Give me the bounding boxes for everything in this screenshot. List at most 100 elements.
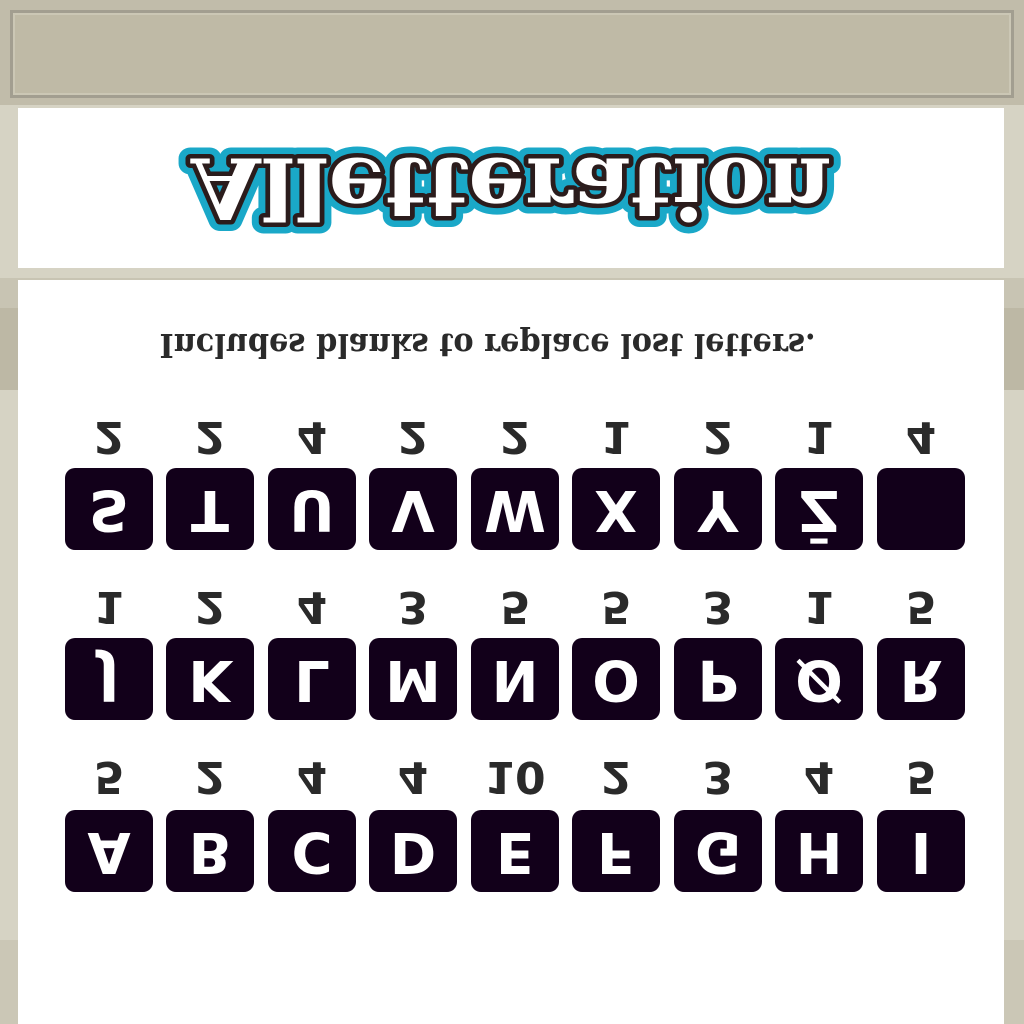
tile-count: 2 xyxy=(166,751,254,802)
tile-count: 5 xyxy=(877,581,965,632)
tile-count: 1 xyxy=(65,581,153,632)
tile-count: 3 xyxy=(674,581,762,632)
tile-count: 2 xyxy=(65,411,153,462)
tile-count: 2 xyxy=(674,411,762,462)
letter-tile[interactable]: R xyxy=(877,638,965,720)
tile-letter: H xyxy=(795,819,843,884)
blank-tile[interactable] xyxy=(877,468,965,550)
tile-count-value: 4 xyxy=(905,411,937,462)
tile-letter: U xyxy=(289,477,335,542)
tile-count: 4 xyxy=(268,581,356,632)
tile-count: 5 xyxy=(65,751,153,802)
letter-tile[interactable]: V xyxy=(369,468,457,550)
letter-tile[interactable]: I xyxy=(877,810,965,892)
letter-tile[interactable]: Y xyxy=(674,468,762,550)
tile-count-value: 2 xyxy=(397,411,429,462)
letter-tile[interactable]: F xyxy=(572,810,660,892)
tile-count-value: 1 xyxy=(93,581,125,632)
tile-count: 2 xyxy=(166,581,254,632)
tile-letter: G xyxy=(695,819,741,884)
tile-letter: T xyxy=(190,477,230,542)
tile-count: 4 xyxy=(877,411,965,462)
letter-tile[interactable]: X xyxy=(572,468,660,550)
tile-count-value: 2 xyxy=(194,581,226,632)
tile-letter: I xyxy=(910,819,932,884)
tile-count: 5 xyxy=(572,581,660,632)
tile-letter: M xyxy=(385,647,441,712)
tile-letter: Z̄ xyxy=(798,477,840,542)
tile-count-value: 2 xyxy=(702,411,734,462)
tile-grid: 2 S 2 T 4 U 2 V 2 W 1 X 2 Y 1 Z̄ 4 1 J 2 K 4 L 3 M 5 N 5 O 3 P 1 Ø 5 R 5 A 2 B… xyxy=(0,0,1024,1024)
tile-count-value: 5 xyxy=(905,581,937,632)
tile-count-value: 5 xyxy=(905,751,937,802)
letter-tile[interactable]: P xyxy=(674,638,762,720)
letter-tile[interactable]: Z̄ xyxy=(775,468,863,550)
tile-count-value: 1 xyxy=(600,411,632,462)
tile-letter: A xyxy=(87,819,131,884)
tile-count-value: 2 xyxy=(194,751,226,802)
tile-letter: P xyxy=(697,647,739,712)
tile-letter: D xyxy=(389,819,437,884)
tile-count-value: 4 xyxy=(296,581,328,632)
tile-letter: L xyxy=(294,647,330,712)
tile-count-value: 2 xyxy=(194,411,226,462)
letter-tile[interactable]: E xyxy=(471,810,559,892)
letter-tile[interactable]: D xyxy=(369,810,457,892)
tile-count-value: 2 xyxy=(600,751,632,802)
tile-count-value: 1 xyxy=(803,411,835,462)
letter-tile[interactable]: M xyxy=(369,638,457,720)
letter-tile[interactable]: S xyxy=(65,468,153,550)
letter-tile[interactable]: Ø xyxy=(775,638,863,720)
tile-count: 2 xyxy=(572,751,660,802)
tile-letter: F xyxy=(596,819,636,884)
letter-tile[interactable]: J xyxy=(65,638,153,720)
tile-letter: E xyxy=(495,819,535,884)
tile-letter: V xyxy=(391,477,435,542)
tile-count: 1 xyxy=(572,411,660,462)
tile-count-value: 10 xyxy=(484,751,546,802)
letter-tile[interactable]: W xyxy=(471,468,559,550)
tile-count-value: 4 xyxy=(803,751,835,802)
tile-count: 4 xyxy=(775,751,863,802)
tile-count-value: 4 xyxy=(296,751,328,802)
letter-tile[interactable]: G xyxy=(674,810,762,892)
tile-count: 4 xyxy=(268,751,356,802)
letter-tile[interactable]: U xyxy=(268,468,356,550)
tile-count: 5 xyxy=(471,581,559,632)
tile-count-value: 3 xyxy=(397,581,429,632)
tile-letter: Ø xyxy=(795,647,843,712)
letter-tile[interactable]: B xyxy=(166,810,254,892)
letter-tile[interactable]: A xyxy=(65,810,153,892)
tile-count: 2 xyxy=(471,411,559,462)
tile-letter: J xyxy=(98,647,120,712)
tile-count: 2 xyxy=(166,411,254,462)
tile-count: 1 xyxy=(775,411,863,462)
tile-count-value: 1 xyxy=(803,581,835,632)
letter-tile[interactable]: T xyxy=(166,468,254,550)
tile-letter: B xyxy=(188,819,232,884)
tile-letter: R xyxy=(899,647,943,712)
tile-count: 2 xyxy=(369,411,457,462)
tile-letter: C xyxy=(291,819,333,884)
tile-letter: K xyxy=(188,647,232,712)
letter-tile[interactable]: O xyxy=(572,638,660,720)
letter-tile[interactable]: L xyxy=(268,638,356,720)
tile-letter: X xyxy=(594,477,638,542)
letter-tile[interactable]: K xyxy=(166,638,254,720)
tile-count-value: 3 xyxy=(702,581,734,632)
tile-count: 4 xyxy=(369,751,457,802)
tile-count-value: 5 xyxy=(93,751,125,802)
tile-count: 3 xyxy=(369,581,457,632)
tile-count: 1 xyxy=(775,581,863,632)
letter-tile[interactable]: N xyxy=(471,638,559,720)
tile-letter: N xyxy=(491,647,539,712)
tile-count: 3 xyxy=(674,751,762,802)
letter-tile[interactable]: H xyxy=(775,810,863,892)
tile-letter: O xyxy=(592,647,640,712)
tile-count-value: 3 xyxy=(702,751,734,802)
letter-tile[interactable]: C xyxy=(268,810,356,892)
tile-count: 4 xyxy=(268,411,356,462)
tile-count-value: 5 xyxy=(499,581,531,632)
tile-count-value: 4 xyxy=(296,411,328,462)
tile-count-value: 2 xyxy=(93,411,125,462)
